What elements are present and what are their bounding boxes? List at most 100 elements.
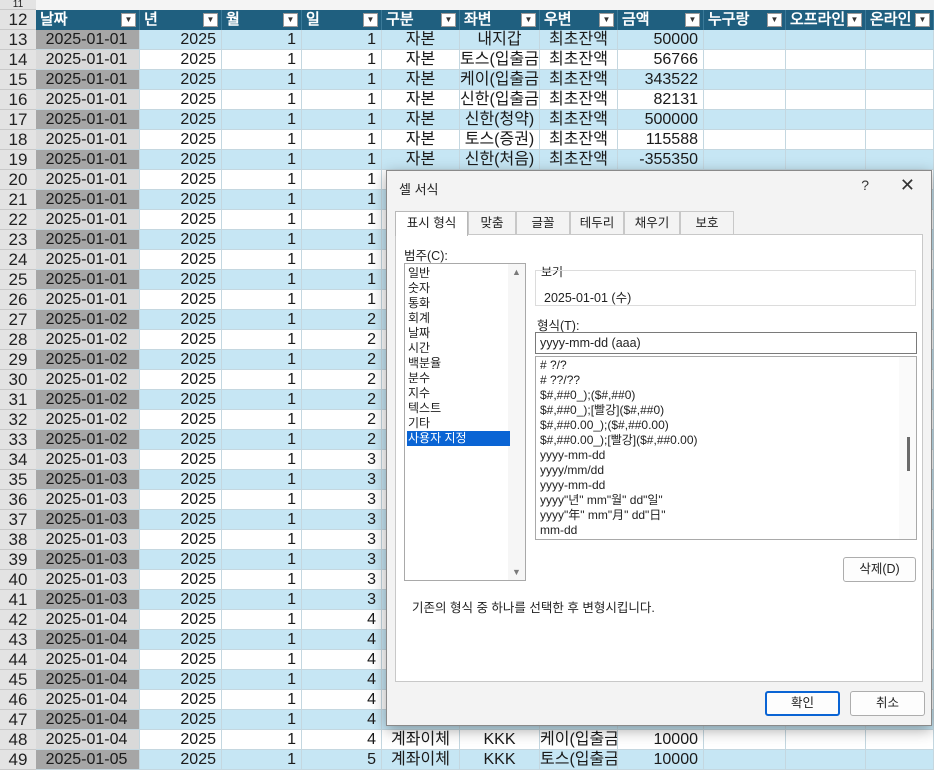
cell-month[interactable]: 1 [222,110,302,130]
format-item[interactable]: yyyy-mm-dd [540,448,605,463]
cell-month[interactable]: 1 [222,70,302,90]
row-header[interactable]: 32 [0,410,36,430]
cell-type[interactable]: 계좌이체 [382,730,460,750]
cell-date[interactable]: 2025-01-04 [36,630,140,650]
cell-empty[interactable] [866,730,934,750]
format-item[interactable]: $#,##0_);[빨강]($#,##0) [540,403,664,418]
cell-year[interactable]: 2025 [140,610,222,630]
cell-date[interactable]: 2025-01-01 [36,230,140,250]
cell-year[interactable]: 2025 [140,550,222,570]
cell-empty[interactable] [704,130,786,150]
row-header[interactable]: 16 [0,90,36,110]
cell-day[interactable]: 5 [302,750,382,770]
category-item[interactable]: 날짜 [407,326,510,341]
cell-empty[interactable] [866,130,934,150]
row-header[interactable]: 24 [0,250,36,270]
cell-month[interactable]: 1 [222,170,302,190]
cell-date[interactable]: 2025-01-01 [36,50,140,70]
cell-day[interactable]: 2 [302,370,382,390]
header-col-offline[interactable]: 오프라인 ▼ [786,10,866,30]
cell-left[interactable]: 신한(청약) [460,110,540,130]
filter-dropdown-icon[interactable]: ▼ [685,13,700,27]
cell-day[interactable]: 1 [302,290,382,310]
cell-right[interactable]: 최초잔액 [540,50,618,70]
cell-empty[interactable] [786,110,866,130]
header-col-amount[interactable]: 금액 ▼ [618,10,704,30]
cell-month[interactable]: 1 [222,450,302,470]
cell-amount[interactable]: 343522 [618,70,704,90]
cell-year[interactable]: 2025 [140,410,222,430]
cell-empty[interactable] [704,70,786,90]
cell-amount[interactable]: 115588 [618,130,704,150]
row-header[interactable]: 21 [0,190,36,210]
tab-fill[interactable]: 채우기 [624,211,680,235]
cell-empty[interactable] [704,730,786,750]
header-col-online[interactable]: 온라인 ▼ [866,10,934,30]
cell-day[interactable]: 3 [302,470,382,490]
cell-type[interactable]: 자본 [382,70,460,90]
format-input[interactable]: yyyy-mm-dd (aaa) [535,332,917,354]
category-item[interactable]: 회계 [407,311,510,326]
cell-month[interactable]: 1 [222,410,302,430]
cell-year[interactable]: 2025 [140,390,222,410]
cell-empty[interactable] [704,30,786,50]
cell-empty[interactable] [866,50,934,70]
row-header[interactable]: 44 [0,650,36,670]
filter-dropdown-icon[interactable]: ▼ [847,13,862,27]
filter-dropdown-icon[interactable]: ▼ [441,13,456,27]
cell-month[interactable]: 1 [222,590,302,610]
cell-day[interactable]: 3 [302,450,382,470]
cell-type[interactable]: 자본 [382,110,460,130]
category-item[interactable]: 시간 [407,341,510,356]
format-item[interactable]: # ?/? [540,358,567,373]
cell-year[interactable]: 2025 [140,190,222,210]
row-header[interactable]: 26 [0,290,36,310]
cell-month[interactable]: 1 [222,530,302,550]
cell-empty[interactable] [704,50,786,70]
cell-right[interactable]: 최초잔액 [540,110,618,130]
cell-day[interactable]: 1 [302,70,382,90]
cell-day[interactable]: 4 [302,730,382,750]
row-header[interactable]: 29 [0,350,36,370]
cell-month[interactable]: 1 [222,230,302,250]
row-header[interactable]: 20 [0,170,36,190]
cell-month[interactable]: 1 [222,190,302,210]
cell-date[interactable]: 2025-01-03 [36,490,140,510]
delete-button[interactable]: 삭제(D) [843,557,916,582]
row-header[interactable]: 17 [0,110,36,130]
cell-year[interactable]: 2025 [140,470,222,490]
row-header[interactable]: 42 [0,610,36,630]
cell-month[interactable]: 1 [222,510,302,530]
category-item[interactable]: 지수 [407,386,510,401]
header-col-right[interactable]: 우변 ▼ [540,10,618,30]
format-item[interactable]: yyyy"年" mm"月" dd"日" [540,508,666,523]
header-col-type[interactable]: 구분 ▼ [382,10,460,30]
cell-day[interactable]: 1 [302,90,382,110]
row-header[interactable]: 48 [0,730,36,750]
cell-empty[interactable] [786,150,866,170]
format-item[interactable]: $#,##0.00_);[빨강]($#,##0.00) [540,433,698,448]
cell-date[interactable]: 2025-01-04 [36,710,140,730]
cell-date[interactable]: 2025-01-01 [36,210,140,230]
cell-empty[interactable] [866,150,934,170]
cell-date[interactable]: 2025-01-02 [36,370,140,390]
cell-amount[interactable]: 10000 [618,730,704,750]
cell-day[interactable]: 4 [302,690,382,710]
cell-day[interactable]: 1 [302,30,382,50]
row-header[interactable]: 43 [0,630,36,650]
cell-day[interactable]: 1 [302,270,382,290]
cell-year[interactable]: 2025 [140,370,222,390]
cell-type[interactable]: 자본 [382,150,460,170]
cell-date[interactable]: 2025-01-01 [36,150,140,170]
cell-month[interactable]: 1 [222,690,302,710]
cell-day[interactable]: 1 [302,110,382,130]
cell-empty[interactable] [704,110,786,130]
cell-year[interactable]: 2025 [140,530,222,550]
cell-month[interactable]: 1 [222,150,302,170]
header-col-month[interactable]: 월 ▼ [222,10,302,30]
cell-month[interactable]: 1 [222,550,302,570]
row-header[interactable]: 41 [0,590,36,610]
cell-month[interactable]: 1 [222,130,302,150]
row-header[interactable]: 40 [0,570,36,590]
cell-date[interactable]: 2025-01-05 [36,750,140,770]
